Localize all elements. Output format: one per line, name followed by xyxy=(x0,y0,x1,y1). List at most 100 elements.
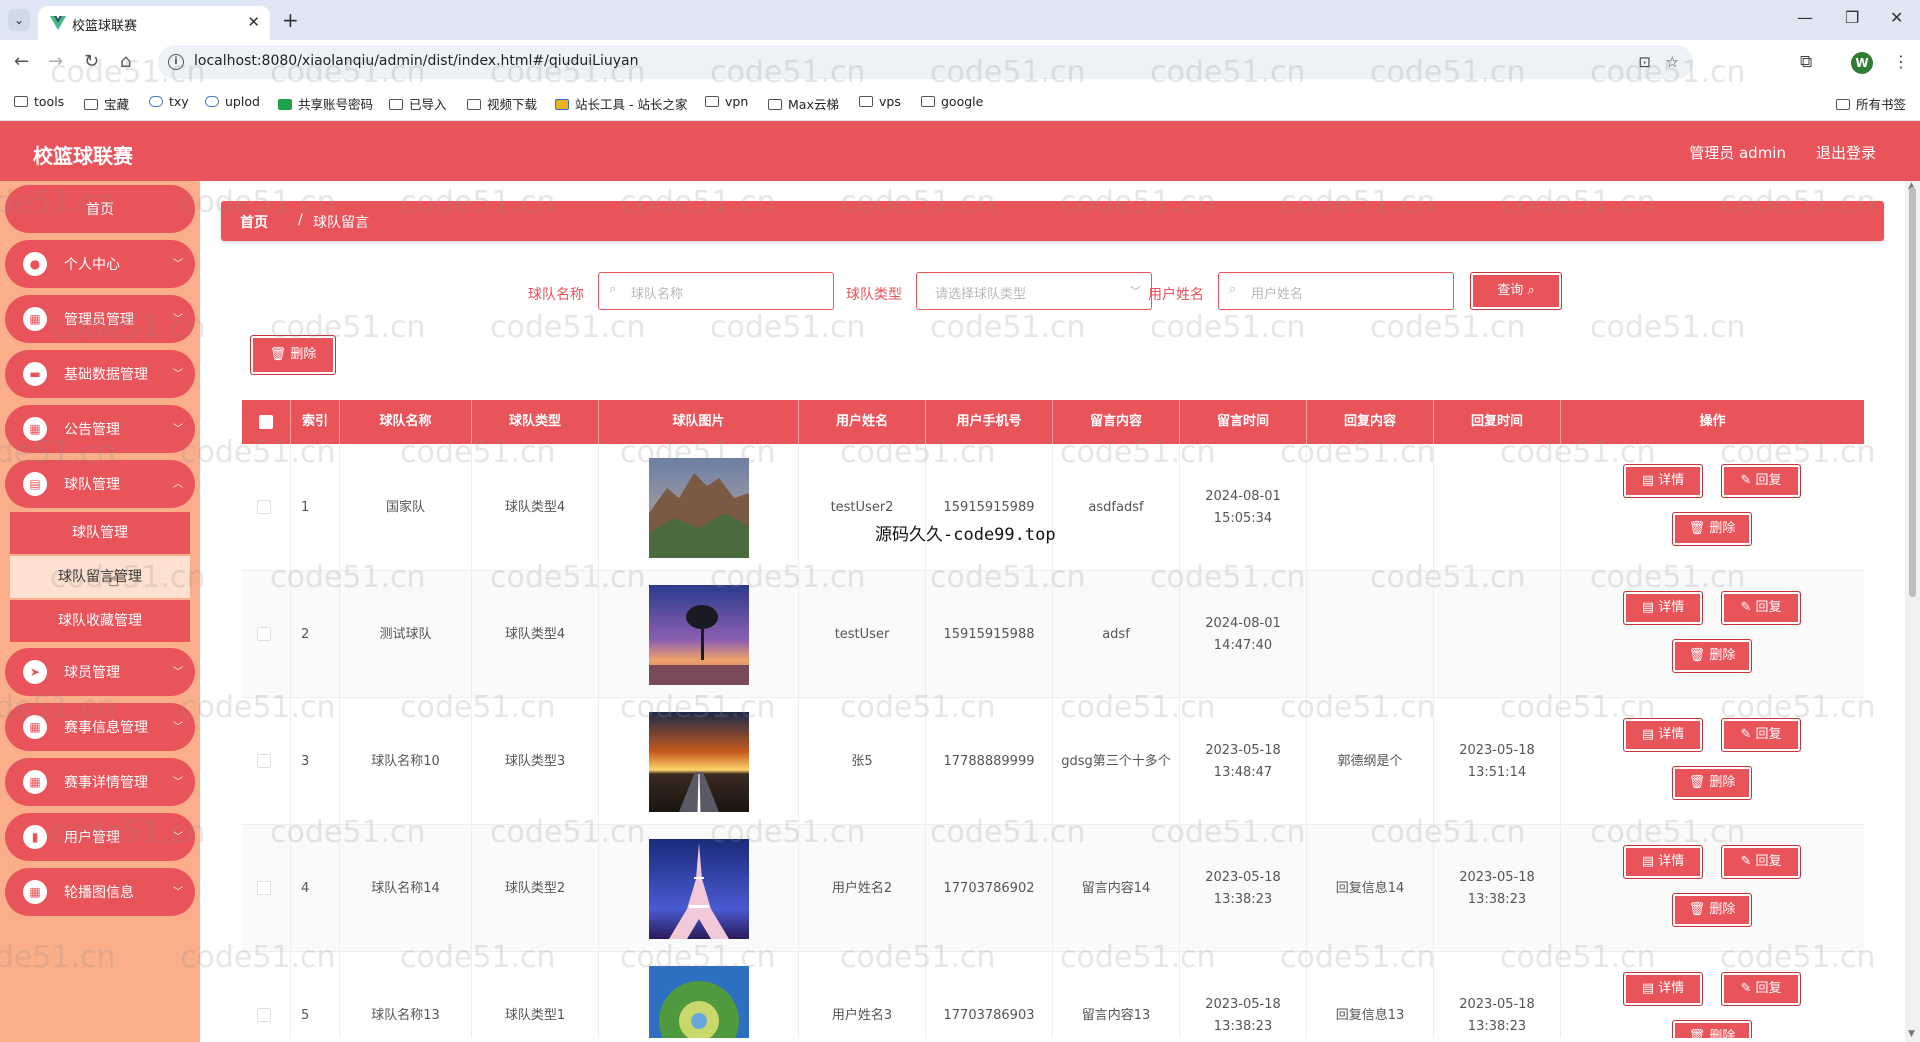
breadcrumb-current: 球队留言 xyxy=(313,215,369,231)
home-icon[interactable]: ⌂ xyxy=(120,51,131,72)
bookmark-imported[interactable]: 已导入 xyxy=(389,94,447,113)
detail-button[interactable]: ▤ 详情 xyxy=(1623,464,1703,498)
detail-button[interactable]: ▤ 详情 xyxy=(1623,591,1703,625)
row-checkbox[interactable] xyxy=(257,881,271,895)
row-checkbox[interactable] xyxy=(257,1008,271,1022)
row-checkbox[interactable] xyxy=(257,500,271,514)
team-name-input[interactable]: ⌕ 球队名称 xyxy=(598,272,834,310)
sidebar-item-match-details[interactable]: ▦ 赛事详情管理 ﹀ xyxy=(5,758,195,806)
team-type-label: 球队类型 xyxy=(846,287,902,303)
mountain-photo[interactable] xyxy=(648,457,749,558)
cell-user-phone: 15915915989 xyxy=(926,444,1053,571)
road-sunset-photo[interactable] xyxy=(648,711,749,812)
bookmark-uplod[interactable]: uplod xyxy=(205,94,260,109)
sidebar-item-profile[interactable]: ● 个人中心 ﹀ xyxy=(5,240,195,288)
sidebar-item-home[interactable]: 首页 xyxy=(5,185,195,233)
detail-button[interactable]: ▤ 详情 xyxy=(1623,972,1703,1006)
book-icon: ▮ xyxy=(23,825,47,849)
row-checkbox[interactable] xyxy=(257,754,271,768)
sidebar-item-admins[interactable]: ▦ 管理员管理 ﹀ xyxy=(5,295,195,343)
query-button[interactable]: 查询 ⌕ xyxy=(1470,272,1562,310)
sidebar-item-teams[interactable]: ▤ 球队管理 ︿ xyxy=(5,460,195,508)
delete-button[interactable]: 🗑 删除 xyxy=(1672,512,1752,546)
bookmark-max[interactable]: Max云梯 xyxy=(768,94,839,113)
url-text[interactable]: localhost:8080/xiaolanqiu/admin/dist/ind… xyxy=(194,53,638,69)
reply-button[interactable]: ✎ 回复 xyxy=(1721,591,1801,625)
site-info-icon[interactable]: i xyxy=(168,54,184,70)
delete-button[interactable]: 🗑 删除 xyxy=(1672,639,1752,673)
sidebar-item-notices[interactable]: ▦ 公告管理 ﹀ xyxy=(5,405,195,453)
new-tab-icon[interactable]: + xyxy=(282,8,299,32)
bulk-delete-button[interactable]: 🗑 删除 xyxy=(250,335,336,375)
browser-tab[interactable]: 校篮球联赛 ✕ xyxy=(38,6,270,40)
user-name-input[interactable]: ⌕ 用户姓名 xyxy=(1218,272,1454,310)
logout-button[interactable]: 退出登录 xyxy=(1816,142,1876,163)
sidebar-subitem-team-favorites[interactable]: 球队收藏管理 xyxy=(10,600,190,642)
col-reply: 回复内容 xyxy=(1307,400,1434,444)
planet-photo[interactable] xyxy=(648,965,749,1039)
user-name-label: 用户姓名 xyxy=(1148,287,1204,303)
sidebar-subitem-team-messages[interactable]: 球队留言管理 xyxy=(10,556,190,598)
cell-team-image xyxy=(599,571,799,698)
bookmark-google[interactable]: google xyxy=(921,94,983,109)
sidebar-item-basic-data[interactable]: ▬ 基础数据管理 ﹀ xyxy=(5,350,195,398)
detail-button[interactable]: ▤ 详情 xyxy=(1623,845,1703,879)
back-icon[interactable]: ← xyxy=(14,51,29,72)
bookmark-vps[interactable]: vps xyxy=(859,94,901,109)
bookmark-webmaster-tools[interactable]: 站长工具 - 站长之家 xyxy=(555,94,687,113)
eiffel-tower-photo[interactable] xyxy=(648,838,749,939)
cell-message-time: 2023-05-18 13:48:47 xyxy=(1180,698,1307,825)
extensions-icon[interactable]: ⧉ xyxy=(1800,52,1812,72)
breadcrumb-home[interactable]: 首页 xyxy=(240,212,268,232)
bookmark-tools[interactable]: tools xyxy=(14,94,64,109)
reply-button[interactable]: ✎ 回复 xyxy=(1721,464,1801,498)
tab-search-icon[interactable]: ⌄ xyxy=(8,9,30,31)
cell-team-type: 球队类型4 xyxy=(472,571,599,698)
reply-button[interactable]: ✎ 回复 xyxy=(1721,972,1801,1006)
bookmark-star-icon[interactable]: ☆ xyxy=(1666,53,1679,71)
tree-sunset-photo[interactable] xyxy=(648,584,749,685)
row-checkbox[interactable] xyxy=(257,627,271,641)
more-menu-icon[interactable]: ⋮ xyxy=(1893,52,1909,71)
folder-icon xyxy=(14,96,28,107)
sidebar-item-users[interactable]: ▮ 用户管理 ﹀ xyxy=(5,813,195,861)
cell-reply: 回复信息14 xyxy=(1307,825,1434,952)
team-type-select[interactable]: 请选择球队类型 ﹀ xyxy=(916,272,1152,310)
bookmark-txy[interactable]: txy xyxy=(149,94,189,109)
screenshot-icon[interactable]: ⊡ xyxy=(1638,53,1651,71)
delete-button[interactable]: 🗑 删除 xyxy=(1672,766,1752,800)
sidebar-item-players[interactable]: ➤ 球员管理 ﹀ xyxy=(5,648,195,696)
cell-team-image xyxy=(599,952,799,1038)
reply-button[interactable]: ✎ 回复 xyxy=(1721,718,1801,752)
delete-button[interactable]: 🗑 删除 xyxy=(1672,1020,1752,1038)
trash-icon: 🗑 xyxy=(269,347,287,362)
select-all-checkbox[interactable] xyxy=(259,415,273,429)
bookmark-video-download[interactable]: 视频下载 xyxy=(467,94,537,113)
trash-icon: 🗑 xyxy=(1688,775,1710,790)
minimize-icon[interactable]: — xyxy=(1797,8,1813,27)
app-title: 校篮球联赛 xyxy=(33,144,133,168)
sidebar-subitem-team-manage[interactable]: 球队管理 xyxy=(10,512,190,554)
scroll-thumb[interactable] xyxy=(1909,187,1916,597)
scroll-down-icon[interactable]: ▼ xyxy=(1908,1029,1915,1039)
url-field[interactable]: i localhost:8080/xiaolanqiu/admin/dist/i… xyxy=(158,45,1693,79)
search-icon: ⌕ xyxy=(1527,283,1535,298)
reply-button[interactable]: ✎ 回复 xyxy=(1721,845,1801,879)
reload-icon[interactable]: ↻ xyxy=(84,51,99,72)
detail-button[interactable]: ▤ 详情 xyxy=(1623,718,1703,752)
restore-icon[interactable]: ❐ xyxy=(1845,8,1859,27)
sidebar-item-carousel[interactable]: ▦ 轮播图信息 ﹀ xyxy=(5,868,195,916)
bookmark-vpn[interactable]: vpn xyxy=(705,94,748,109)
window-close-icon[interactable]: ✕ xyxy=(1890,8,1903,27)
delete-button[interactable]: 🗑 删除 xyxy=(1672,893,1752,927)
cell-team-name: 球队名称13 xyxy=(340,952,472,1038)
bookmark-shared-accounts[interactable]: 共享账号密码 xyxy=(278,94,373,113)
tab-close-icon[interactable]: ✕ xyxy=(247,13,260,31)
profile-avatar[interactable]: W xyxy=(1851,52,1873,74)
forward-icon[interactable]: → xyxy=(48,51,63,72)
sidebar-item-match-info[interactable]: ▦ 赛事信息管理 ﹀ xyxy=(5,703,195,751)
bookmark-treasure[interactable]: 宝藏 xyxy=(84,94,129,113)
vue-logo-icon xyxy=(50,16,66,30)
all-bookmarks[interactable]: 所有书签 xyxy=(1835,94,1906,113)
page-scrollbar[interactable]: ▲ ▼ xyxy=(1905,181,1920,1042)
